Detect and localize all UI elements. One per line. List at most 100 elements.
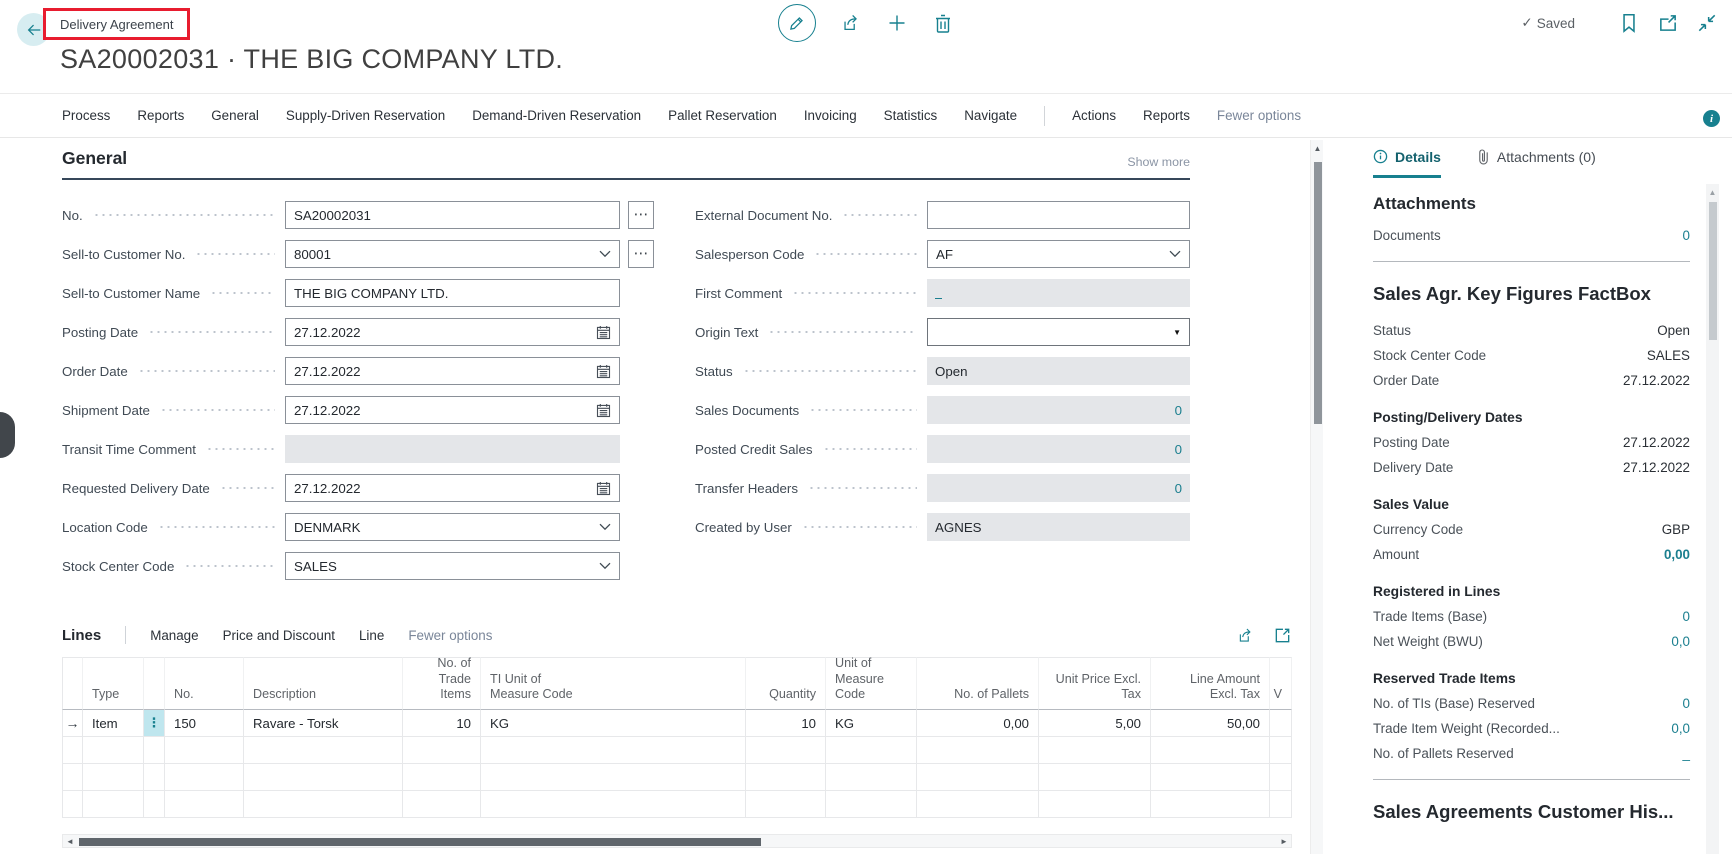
menu-item-invoicing[interactable]: Invoicing bbox=[804, 108, 857, 123]
tab-attachments[interactable]: Attachments (0) bbox=[1477, 144, 1596, 178]
fewer-options-link[interactable]: Fewer options bbox=[1217, 108, 1301, 123]
horizontal-scroll-thumb[interactable] bbox=[79, 838, 761, 846]
delete-button[interactable] bbox=[932, 12, 954, 34]
assist-edit-button-no[interactable]: ⋯ bbox=[628, 201, 654, 229]
cell-no-of-pallets[interactable]: 0,00 bbox=[917, 710, 1039, 737]
factbox-value-no-of-tis-base-reserved[interactable]: 0 bbox=[1683, 696, 1690, 711]
factbox-scrollbar[interactable]: ▲ bbox=[1706, 184, 1719, 854]
factbox-value-trade-item-weight-recorded[interactable]: 0,0 bbox=[1671, 721, 1690, 736]
new-document-button[interactable] bbox=[886, 12, 908, 34]
factbox-value-documents[interactable]: 0 bbox=[1683, 228, 1690, 243]
edit-button[interactable] bbox=[778, 4, 816, 42]
factbox-scroll-up-icon[interactable]: ▲ bbox=[1706, 184, 1719, 200]
field-value-posted-credit-sales[interactable]: 0 bbox=[935, 442, 1182, 457]
column-header-no-of-trade-items[interactable]: No. of Trade Items bbox=[403, 657, 481, 710]
lines-fewer-options[interactable]: Fewer options bbox=[408, 628, 492, 643]
menu-item-navigate[interactable]: Navigate bbox=[964, 108, 1017, 123]
field-input-requested-delivery-date[interactable]: 27.12.2022 bbox=[285, 474, 620, 502]
menu-item-demand-driven-reservation[interactable]: Demand-Driven Reservation bbox=[472, 108, 641, 123]
column-header-unit-of-measure-code[interactable]: Unit of Measure Code bbox=[826, 657, 917, 710]
menu-item-reports[interactable]: Reports bbox=[137, 108, 184, 123]
column-header-description[interactable]: Description bbox=[244, 657, 403, 710]
info-icon[interactable]: i bbox=[1703, 110, 1720, 127]
factbox-value-trade-items-base[interactable]: 0 bbox=[1683, 609, 1690, 624]
column-header-line-amount-excl-tax[interactable]: Line Amount Excl. Tax bbox=[1151, 657, 1270, 710]
empty-cell bbox=[746, 737, 826, 764]
horizontal-scroll-track[interactable] bbox=[77, 835, 1277, 847]
share-lines-icon[interactable] bbox=[1236, 626, 1255, 645]
factbox-label-currency-code: Currency Code bbox=[1373, 522, 1662, 537]
cell-unit-price-excl-tax[interactable]: 5,00 bbox=[1039, 710, 1151, 737]
field-value-sales-documents[interactable]: 0 bbox=[935, 403, 1182, 418]
lines-menu-manage[interactable]: Manage bbox=[150, 628, 198, 643]
factbox-value-amount[interactable]: 0,00 bbox=[1664, 547, 1690, 562]
open-in-new-window-icon[interactable] bbox=[1657, 12, 1679, 34]
field-input-location-code[interactable]: DENMARK bbox=[285, 513, 620, 541]
field-row-location-code: Location CodeDENMARK bbox=[62, 513, 654, 541]
scroll-left-icon[interactable]: ◄ bbox=[63, 835, 77, 847]
column-header-no[interactable]: No. bbox=[165, 657, 244, 710]
bookmark-icon[interactable] bbox=[1618, 12, 1640, 34]
field-input-no[interactable]: SA20002031 bbox=[285, 201, 620, 229]
column-header-no-of-pallets[interactable]: No. of Pallets bbox=[917, 657, 1039, 710]
menu-item-supply-driven-reservation[interactable]: Supply-Driven Reservation bbox=[286, 108, 445, 123]
column-header-v-truncated[interactable]: V bbox=[1270, 657, 1292, 710]
empty-cell bbox=[826, 791, 917, 818]
empty-cell bbox=[746, 791, 826, 818]
field-input-origin-text[interactable]: ▼ bbox=[927, 318, 1190, 346]
cell-unit-of-measure-code[interactable]: KG bbox=[826, 710, 917, 737]
menu-item-process[interactable]: Process bbox=[62, 108, 110, 123]
field-input-external-document-no[interactable] bbox=[927, 201, 1190, 229]
collapse-icon[interactable] bbox=[1696, 12, 1718, 34]
show-more-link[interactable]: Show more bbox=[1127, 155, 1190, 169]
scroll-up-icon[interactable]: ▲ bbox=[1311, 140, 1324, 156]
dotted-leader bbox=[814, 253, 917, 255]
factbox-scroll-thumb[interactable] bbox=[1709, 202, 1717, 340]
cell-line-amount-excl-tax[interactable]: 50,00 bbox=[1151, 710, 1270, 737]
share-button[interactable] bbox=[840, 12, 862, 34]
field-label-posted-credit-sales: Posted Credit Sales bbox=[695, 442, 813, 457]
field-input-stock-center-code[interactable]: SALES bbox=[285, 552, 620, 580]
side-panel-handle[interactable] bbox=[0, 412, 15, 458]
menu-item-reports-secondary[interactable]: Reports bbox=[1143, 108, 1190, 123]
tab-details[interactable]: Details bbox=[1373, 144, 1441, 178]
field-input-order-date[interactable]: 27.12.2022 bbox=[285, 357, 620, 385]
column-header-type[interactable]: Type bbox=[83, 657, 144, 710]
dotted-leader bbox=[160, 409, 275, 411]
field-value-transfer-headers[interactable]: 0 bbox=[935, 481, 1182, 496]
column-header-ti-unit-of-measure-code[interactable]: TI Unit of Measure Code bbox=[481, 657, 746, 710]
factbox-value-no-of-pallets-reserved[interactable]: _ bbox=[1683, 746, 1690, 761]
cell-quantity[interactable]: 10 bbox=[746, 710, 826, 737]
cell-no-of-trade-items[interactable]: 10 bbox=[403, 710, 481, 737]
row-selector-cell[interactable]: → bbox=[62, 710, 83, 737]
cell-type[interactable]: Item bbox=[83, 710, 144, 737]
field-input-sell-to-customer-no[interactable]: 80001 bbox=[285, 240, 620, 268]
focus-mode-icon[interactable] bbox=[1273, 626, 1292, 645]
dotted-leader bbox=[206, 448, 275, 450]
factbox-value-net-weight-bwu[interactable]: 0,0 bbox=[1671, 634, 1690, 649]
menu-item-pallet-reservation[interactable]: Pallet Reservation bbox=[668, 108, 777, 123]
vertical-scroll-thumb[interactable] bbox=[1314, 162, 1322, 424]
scroll-right-icon[interactable]: ► bbox=[1277, 835, 1291, 847]
cell-no[interactable]: 150 bbox=[165, 710, 244, 737]
vertical-scrollbar[interactable]: ▲ bbox=[1310, 140, 1323, 854]
empty-cell bbox=[165, 737, 244, 764]
assist-edit-button-sell-to-customer-no[interactable]: ⋯ bbox=[628, 240, 654, 268]
field-input-shipment-date[interactable]: 27.12.2022 bbox=[285, 396, 620, 424]
cell-v-truncated[interactable] bbox=[1270, 710, 1292, 737]
field-input-salesperson-code[interactable]: AF bbox=[927, 240, 1190, 268]
column-header-unit-price-excl-tax[interactable]: Unit Price Excl. Tax bbox=[1039, 657, 1151, 710]
cell-ti-unit-of-measure-code[interactable]: KG bbox=[481, 710, 746, 737]
lines-menu-price-and-discount[interactable]: Price and Discount bbox=[223, 628, 335, 643]
field-input-posting-date[interactable]: 27.12.2022 bbox=[285, 318, 620, 346]
menu-item-actions-secondary[interactable]: Actions bbox=[1072, 108, 1116, 123]
row-menu-cell[interactable]: ⋮ bbox=[144, 710, 165, 737]
field-input-sell-to-customer-name[interactable]: THE BIG COMPANY LTD. bbox=[285, 279, 620, 307]
lines-menu-line[interactable]: Line bbox=[359, 628, 384, 643]
field-value-first-comment[interactable]: _ bbox=[935, 287, 942, 299]
menu-item-statistics[interactable]: Statistics bbox=[884, 108, 938, 123]
cell-description[interactable]: Ravare - Torsk bbox=[244, 710, 403, 737]
horizontal-scrollbar[interactable]: ◄ ► bbox=[62, 834, 1292, 848]
menu-item-general[interactable]: General bbox=[211, 108, 259, 123]
column-header-quantity[interactable]: Quantity bbox=[746, 657, 826, 710]
